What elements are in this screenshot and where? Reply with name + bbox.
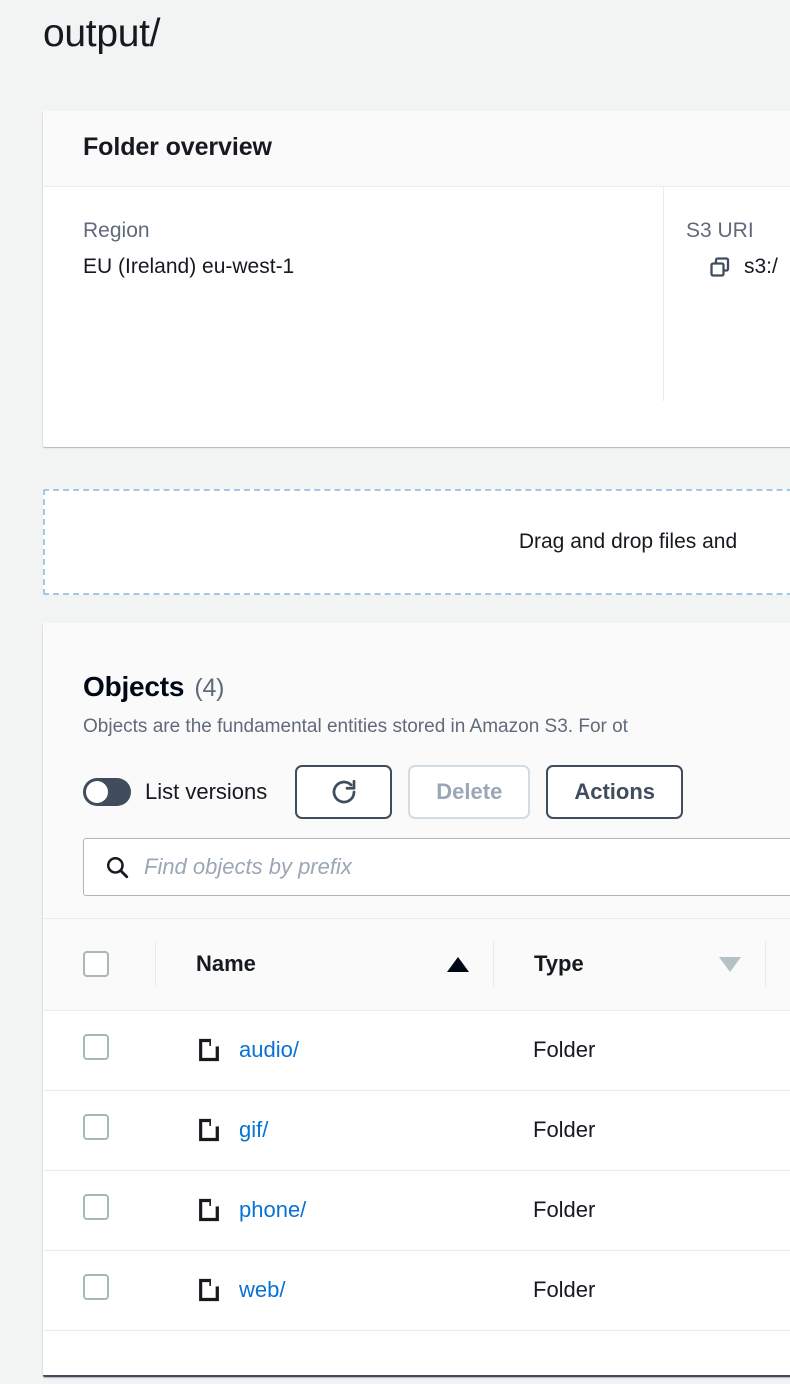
list-versions-toggle[interactable]: List versions [83,778,267,806]
row-extra-cell [765,1010,790,1090]
file-icon [195,1196,223,1224]
row-name-cell: audio/ [155,1010,493,1090]
objects-container: Objects (4) Objects are the fundamental … [43,623,790,1377]
objects-table-head: Name Type [43,918,790,1010]
table-row[interactable]: audio/ Folder [43,1010,790,1090]
page-title: output/ [43,12,160,57]
column-label-name: Name [196,951,256,977]
object-name-link[interactable]: phone/ [239,1197,306,1223]
table-row[interactable]: phone/ Folder [43,1170,790,1250]
row-select-cell [43,1090,155,1170]
row-name-cell: phone/ [155,1170,493,1250]
s3-uri-field: S3 URI s3:/ [663,187,790,401]
objects-table-body: audio/ Folder gif/ Fo [43,1010,790,1330]
folder-overview-container: Folder overview Region EU (Ireland) eu-w… [43,111,790,447]
file-icon [195,1276,223,1304]
search-box[interactable] [83,838,790,896]
dropzone-label: Drag and drop files and [179,530,737,554]
search-input[interactable] [144,854,790,880]
objects-search-row [43,822,790,918]
objects-title: Objects [83,671,184,703]
row-type-cell: Folder [493,1250,765,1330]
row-checkbox[interactable] [83,1034,109,1060]
column-label-type: Type [534,951,584,977]
sort-descending-icon [719,957,741,972]
objects-header: Objects (4) Objects are the fundamental … [43,623,790,740]
row-extra-cell [765,1090,790,1170]
row-type-cell: Folder [493,1170,765,1250]
file-dropzone[interactable]: Drag and drop files and [43,489,790,595]
file-icon [195,1036,223,1064]
toggle-knob [86,781,108,803]
file-icon [195,1116,223,1144]
row-select-cell [43,1250,155,1330]
objects-count: (4) [194,674,224,703]
object-type: Folder [533,1197,595,1222]
s3-uri-label: S3 URI [686,219,790,243]
row-select-cell [43,1010,155,1090]
select-all-checkbox[interactable] [83,951,109,977]
select-all-header [43,918,155,1010]
region-label: Region [83,219,663,243]
object-type: Folder [533,1277,595,1302]
row-type-cell: Folder [493,1090,765,1170]
folder-overview-body: Region EU (Ireland) eu-west-1 S3 URI s3:… [43,187,790,401]
delete-button[interactable]: Delete [408,765,530,819]
table-header-row: Name Type [43,918,790,1010]
folder-overview-header: Folder overview [43,111,790,187]
object-type: Folder [533,1117,595,1142]
object-name-link[interactable]: web/ [239,1277,285,1303]
objects-toolbar: List versions Delete Actions [43,740,790,822]
object-name-link[interactable]: audio/ [239,1037,299,1063]
region-value: EU (Ireland) eu-west-1 [83,255,663,279]
copy-icon[interactable] [708,255,732,279]
row-name-cell: gif/ [155,1090,493,1170]
sort-ascending-icon [447,957,469,972]
region-field: Region EU (Ireland) eu-west-1 [43,187,663,401]
objects-description: Objects are the fundamental entities sto… [83,715,790,740]
column-header-name[interactable]: Name [155,918,493,1010]
object-name-link[interactable]: gif/ [239,1117,268,1143]
s3-uri-value: s3:/ [744,255,778,279]
column-header-type[interactable]: Type [493,918,765,1010]
toggle-track[interactable] [83,778,131,806]
table-row[interactable]: gif/ Folder [43,1090,790,1170]
folder-overview-title: Folder overview [83,133,790,162]
search-icon [104,854,130,880]
object-type: Folder [533,1037,595,1062]
row-extra-cell [765,1170,790,1250]
row-checkbox[interactable] [83,1274,109,1300]
row-name-cell: web/ [155,1250,493,1330]
row-checkbox[interactable] [83,1194,109,1220]
actions-button[interactable]: Actions [546,765,683,819]
column-header-extra [765,918,790,1010]
refresh-icon [329,777,359,807]
list-versions-label: List versions [145,779,267,805]
row-extra-cell [765,1250,790,1330]
row-type-cell: Folder [493,1010,765,1090]
refresh-button[interactable] [295,765,392,819]
objects-table: Name Type [43,918,790,1331]
row-checkbox[interactable] [83,1114,109,1140]
table-row[interactable]: web/ Folder [43,1250,790,1330]
row-select-cell [43,1170,155,1250]
